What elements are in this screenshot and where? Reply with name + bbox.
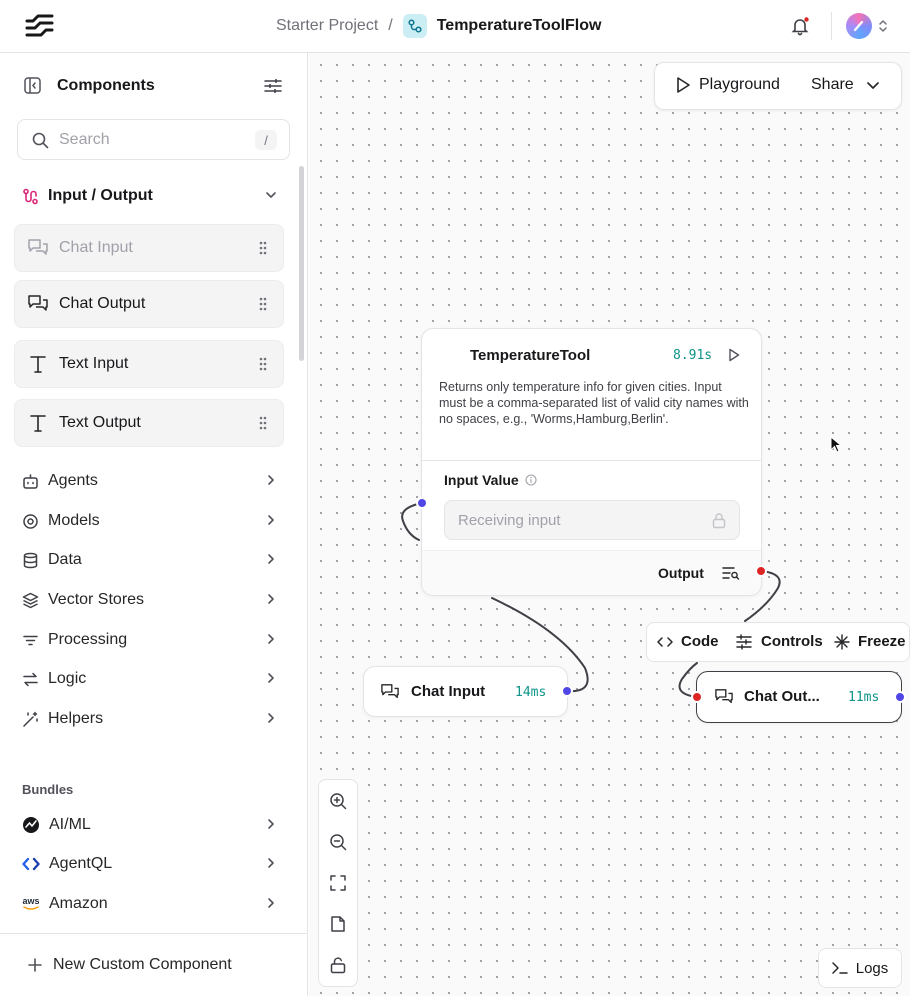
langflow-logo-icon[interactable]: [25, 14, 55, 38]
playground-label: Playground: [699, 76, 780, 93]
header-divider: [831, 12, 832, 40]
node-description: Returns only temperature info for given …: [439, 380, 749, 426]
chevron-up-down-icon: [878, 19, 888, 33]
sliders-icon: [736, 633, 752, 650]
input-value-field-label: Input Value: [444, 472, 537, 488]
flow-name[interactable]: TemperatureToolFlow: [437, 17, 602, 35]
mouse-cursor-icon: [830, 436, 842, 454]
node-title: Chat Out...: [744, 688, 820, 705]
lock-open-icon[interactable]: [319, 944, 357, 985]
node-title: Chat Input: [411, 683, 486, 700]
input-value-field[interactable]: Receiving input: [444, 500, 740, 540]
play-icon: [675, 76, 691, 94]
share-label: Share: [811, 76, 854, 93]
chat-output-node[interactable]: Chat Out... 11ms: [696, 671, 902, 723]
tool-output-handle[interactable]: [755, 565, 767, 577]
node-divider: [422, 460, 761, 461]
chat-bubbles-icon: [380, 683, 400, 701]
fit-view-icon[interactable]: [319, 862, 357, 903]
node-toolbar: Code Controls Freeze: [646, 622, 910, 662]
node-run-time: 8.91s: [673, 348, 713, 363]
node-run-time: 14ms: [515, 685, 547, 700]
chat-bubbles-icon: [714, 688, 734, 706]
chevron-down-icon: [866, 78, 880, 92]
info-icon[interactable]: [525, 474, 537, 486]
share-button[interactable]: Share: [811, 76, 880, 94]
code-label: Code: [681, 633, 719, 650]
output-label: Output: [658, 565, 704, 581]
freeze-button[interactable]: Freeze: [834, 633, 906, 650]
breadcrumb-separator: /: [388, 17, 393, 34]
zoom-in-icon[interactable]: [319, 780, 357, 821]
tool-input-handle[interactable]: [416, 497, 428, 509]
chat-input-output-handle[interactable]: [561, 685, 573, 697]
node-run-time: 11ms: [848, 690, 880, 705]
playground-button[interactable]: Playground: [675, 76, 780, 94]
canvas-topbar: Playground Share: [654, 62, 902, 110]
node-output-row: Output: [422, 550, 761, 595]
node-title: TemperatureTool: [470, 347, 591, 364]
breadcrumb-project[interactable]: Starter Project: [276, 17, 378, 35]
logs-button[interactable]: Logs: [818, 948, 902, 988]
inspect-output-icon[interactable]: [722, 566, 740, 580]
code-brackets-icon: [657, 635, 673, 649]
freeze-label: Freeze: [858, 633, 906, 650]
top-header: Starter Project / TemperatureToolFlow: [0, 0, 910, 53]
chat-output-input-handle[interactable]: [691, 691, 703, 703]
lock-icon: [711, 512, 727, 529]
controls-button[interactable]: Controls: [736, 633, 823, 650]
code-button[interactable]: Code: [657, 633, 719, 650]
zoom-out-icon[interactable]: [319, 821, 357, 862]
logs-label: Logs: [855, 959, 889, 977]
chat-output-output-handle[interactable]: [894, 691, 906, 703]
breadcrumb: Starter Project / TemperatureToolFlow: [276, 14, 601, 38]
chat-input-node[interactable]: Chat Input 14ms: [363, 666, 568, 717]
zoom-controls: [318, 779, 358, 987]
avatar[interactable]: [846, 13, 872, 39]
run-node-play-icon[interactable]: [728, 348, 740, 362]
snowflake-icon: [834, 633, 850, 650]
temperature-tool-node[interactable]: TemperatureTool 8.91s Returns only tempe…: [421, 328, 762, 596]
input-placeholder: Receiving input: [458, 512, 561, 529]
input-value-label: Input Value: [444, 472, 519, 488]
note-icon[interactable]: [319, 903, 357, 944]
terminal-icon: [831, 961, 848, 975]
controls-label: Controls: [761, 633, 823, 650]
user-menu[interactable]: [846, 13, 888, 39]
flow-icon: [402, 14, 427, 38]
notification-bell-icon[interactable]: [790, 16, 810, 36]
